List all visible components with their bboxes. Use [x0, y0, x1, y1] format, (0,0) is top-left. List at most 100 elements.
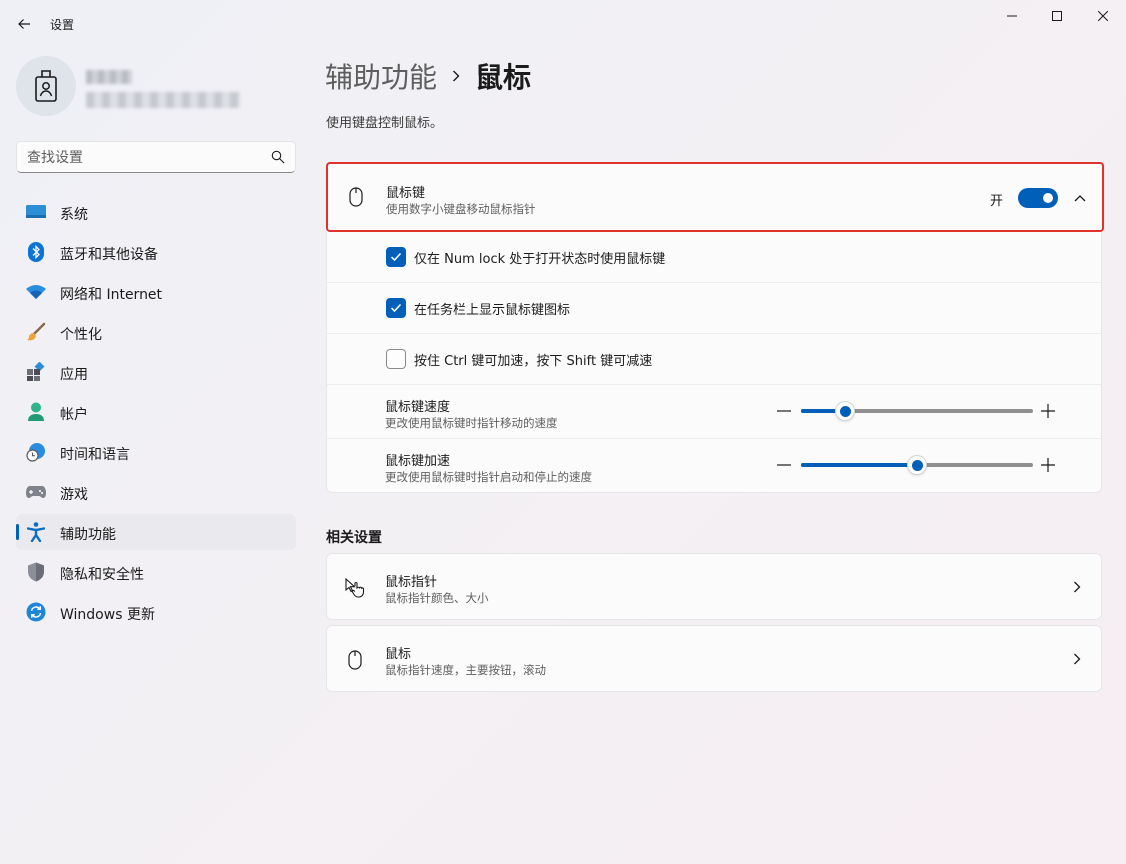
mouse-keys-card[interactable]: 鼠标键 使用数字小键盘移动鼠标指针 开: [326, 162, 1104, 232]
sidebar-item-label: 系统: [60, 207, 88, 223]
speed-slider-thumb[interactable]: [835, 401, 855, 421]
search-icon[interactable]: [271, 150, 285, 164]
related-item-title: 鼠标指针: [385, 575, 438, 590]
brush-icon: [26, 322, 46, 342]
accessibility-icon: [26, 522, 46, 542]
numlock-checkbox[interactable]: [386, 247, 406, 267]
related-item-subtitle: 鼠标指针颜色、大小: [385, 591, 489, 605]
collapse-button[interactable]: [1066, 184, 1094, 212]
pointer-hand-icon: [345, 578, 365, 598]
sidebar-item-gaming[interactable]: 游戏: [16, 474, 296, 510]
acceleration-slider-fill: [801, 463, 917, 467]
back-arrow-icon: [18, 19, 30, 29]
back-button[interactable]: [10, 10, 38, 38]
chevron-right-icon: [451, 69, 461, 83]
close-button[interactable]: [1080, 0, 1126, 32]
apps-icon: [26, 362, 46, 382]
plus-icon: [1041, 458, 1055, 472]
related-item-subtitle: 鼠标指针速度，主要按钮，滚动: [385, 663, 546, 677]
sidebar-item-label: 隐私和安全性: [60, 567, 144, 583]
sidebar-item-label: 时间和语言: [60, 447, 130, 463]
checkmark-icon: [390, 303, 402, 313]
page-description: 使用键盘控制鼠标。: [326, 116, 444, 131]
sidebar-item-label: Windows 更新: [60, 607, 155, 623]
sidebar-item-label: 蓝牙和其他设备: [60, 247, 158, 263]
id-badge-icon: [35, 70, 57, 102]
mouse-icon: [345, 650, 365, 670]
ctrl-shift-label: 按住 Ctrl 键可加速，按下 Shift 键可减速: [414, 354, 653, 369]
toggle-state-label: 开: [990, 194, 1004, 209]
acceleration-increase-button[interactable]: [1039, 456, 1057, 474]
speed-increase-button[interactable]: [1039, 402, 1057, 420]
acceleration-decrease-button[interactable]: [775, 456, 793, 474]
profile-email-redacted: [86, 92, 240, 108]
minimize-button[interactable]: [989, 0, 1035, 32]
mouse-keys-toggle[interactable]: [1018, 188, 1058, 208]
sidebar-item-accounts[interactable]: 帐户: [16, 394, 296, 430]
option-row-numlock[interactable]: 仅在 Num lock 处于打开状态时使用鼠标键: [327, 232, 1101, 283]
close-icon: [1098, 11, 1108, 21]
acceleration-slider[interactable]: [801, 455, 1033, 475]
sidebar-item-label: 网络和 Internet: [60, 287, 163, 303]
sidebar-item-label: 辅助功能: [60, 527, 116, 543]
sidebar-item-label: 游戏: [60, 487, 88, 503]
sidebar-item-label: 应用: [60, 367, 88, 383]
sidebar-item-label: 个性化: [60, 327, 102, 343]
page-title: 鼠标: [475, 61, 532, 94]
sidebar-item-windows-update[interactable]: Windows 更新: [16, 594, 296, 630]
search-box[interactable]: [16, 141, 296, 173]
acceleration-title: 鼠标键加速: [385, 454, 451, 469]
minus-icon: [777, 410, 791, 412]
acceleration-subtitle: 更改使用鼠标键时指针启动和停止的速度: [385, 470, 592, 484]
ctrl-shift-checkbox[interactable]: [386, 349, 406, 369]
related-item-mouse[interactable]: 鼠标 鼠标指针速度，主要按钮，滚动: [326, 625, 1102, 692]
update-icon: [26, 602, 46, 622]
breadcrumb: 辅助功能 鼠标: [325, 56, 531, 96]
related-item-title: 鼠标: [385, 647, 412, 662]
chevron-right-icon: [1069, 579, 1085, 595]
sidebar-item-time-language[interactable]: 时间和语言: [16, 434, 296, 470]
gamepad-icon: [26, 482, 46, 502]
option-row-taskbar-icon[interactable]: 在任务栏上显示鼠标键图标: [327, 283, 1101, 334]
minimize-icon: [1007, 15, 1017, 17]
mouse-keys-title: 鼠标键: [386, 186, 426, 201]
search-input[interactable]: [27, 148, 257, 168]
bluetooth-icon: [26, 242, 46, 262]
avatar[interactable]: [16, 56, 76, 116]
acceleration-slider-thumb[interactable]: [907, 455, 927, 475]
option-row-ctrl-shift[interactable]: 按住 Ctrl 键可加速，按下 Shift 键可减速: [327, 334, 1101, 385]
chevron-up-icon: [1074, 195, 1086, 202]
sidebar-item-system[interactable]: 系统: [16, 194, 296, 230]
mouse-keys-options-panel: 仅在 Num lock 处于打开状态时使用鼠标键 在任务栏上显示鼠标键图标 按住…: [326, 232, 1102, 493]
account-icon: [26, 402, 46, 422]
mouse-icon: [346, 187, 366, 207]
checkmark-icon: [390, 252, 402, 262]
breadcrumb-parent-link[interactable]: 辅助功能: [325, 56, 437, 96]
shield-icon: [26, 562, 46, 582]
sidebar-item-bluetooth[interactable]: 蓝牙和其他设备: [16, 234, 296, 270]
profile-name-redacted: [86, 70, 132, 84]
sidebar-item-network[interactable]: 网络和 Internet: [16, 274, 296, 310]
maximize-icon: [1052, 11, 1062, 21]
maximize-button[interactable]: [1034, 0, 1080, 32]
chevron-right-icon: [1069, 651, 1085, 667]
plus-icon: [1041, 404, 1055, 418]
sidebar-item-accessibility[interactable]: 辅助功能: [16, 514, 296, 550]
related-item-mouse-pointer[interactable]: 鼠标指针 鼠标指针颜色、大小: [326, 553, 1102, 620]
speed-decrease-button[interactable]: [775, 402, 793, 420]
system-icon: [26, 202, 46, 222]
sidebar-nav: 系统 蓝牙和其他设备 网络和 Internet 个性化 应用 帐户 时间和语言 …: [16, 194, 296, 634]
speed-title: 鼠标键速度: [385, 400, 451, 415]
speed-subtitle: 更改使用鼠标键时指针移动的速度: [385, 416, 558, 430]
taskbar-icon-label: 在任务栏上显示鼠标键图标: [414, 303, 571, 318]
minus-icon: [777, 464, 791, 466]
speed-row: 鼠标键速度 更改使用鼠标键时指针移动的速度: [327, 385, 1101, 439]
sidebar-item-privacy[interactable]: 隐私和安全性: [16, 554, 296, 590]
wifi-icon: [26, 282, 46, 302]
mouse-keys-subtitle: 使用数字小键盘移动鼠标指针: [386, 202, 536, 216]
speed-slider[interactable]: [801, 401, 1033, 421]
numlock-label: 仅在 Num lock 处于打开状态时使用鼠标键: [414, 252, 666, 267]
sidebar-item-personalization[interactable]: 个性化: [16, 314, 296, 350]
taskbar-icon-checkbox[interactable]: [386, 298, 406, 318]
sidebar-item-apps[interactable]: 应用: [16, 354, 296, 390]
